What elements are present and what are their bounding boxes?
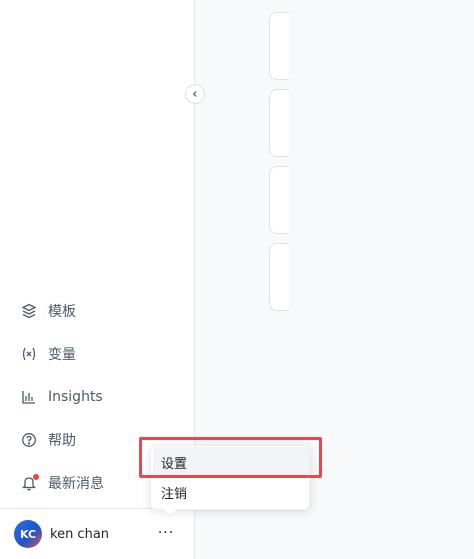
menu-item-logout[interactable]: 注销 [153, 477, 309, 507]
content-card[interactable] [269, 243, 289, 311]
sidebar-item-label: Insights [48, 389, 103, 405]
content-card[interactable] [269, 12, 289, 80]
user-profile[interactable]: KC ken chan ··· [0, 509, 195, 559]
sidebar-item-variables[interactable]: 变量 [8, 336, 188, 372]
help-icon [20, 431, 38, 449]
notification-dot [33, 474, 39, 480]
sidebar-item-label: 模板 [48, 304, 76, 320]
template-icon [20, 302, 38, 320]
sidebar-item-label: 帮助 [48, 433, 76, 449]
content-card[interactable] [269, 166, 289, 234]
avatar: KC [14, 520, 42, 548]
sidebar-item-insights[interactable]: Insights [8, 379, 188, 415]
sidebar-item-templates[interactable]: 模板 [8, 293, 188, 329]
chevron-left-icon [191, 90, 199, 98]
username: ken chan [50, 526, 110, 542]
user-dropdown-menu: 设置 注销 [150, 445, 310, 518]
menu-item-settings[interactable]: 设置 [153, 447, 309, 477]
content-card[interactable] [269, 89, 289, 157]
bar-chart-icon [20, 388, 38, 406]
collapse-sidebar-button[interactable] [185, 84, 205, 104]
more-options-button[interactable]: ··· [156, 523, 176, 543]
sidebar-item-label: 最新消息 [48, 476, 104, 492]
variable-icon [20, 345, 38, 363]
bell-icon [20, 474, 39, 492]
sidebar-item-label: 变量 [48, 347, 76, 363]
